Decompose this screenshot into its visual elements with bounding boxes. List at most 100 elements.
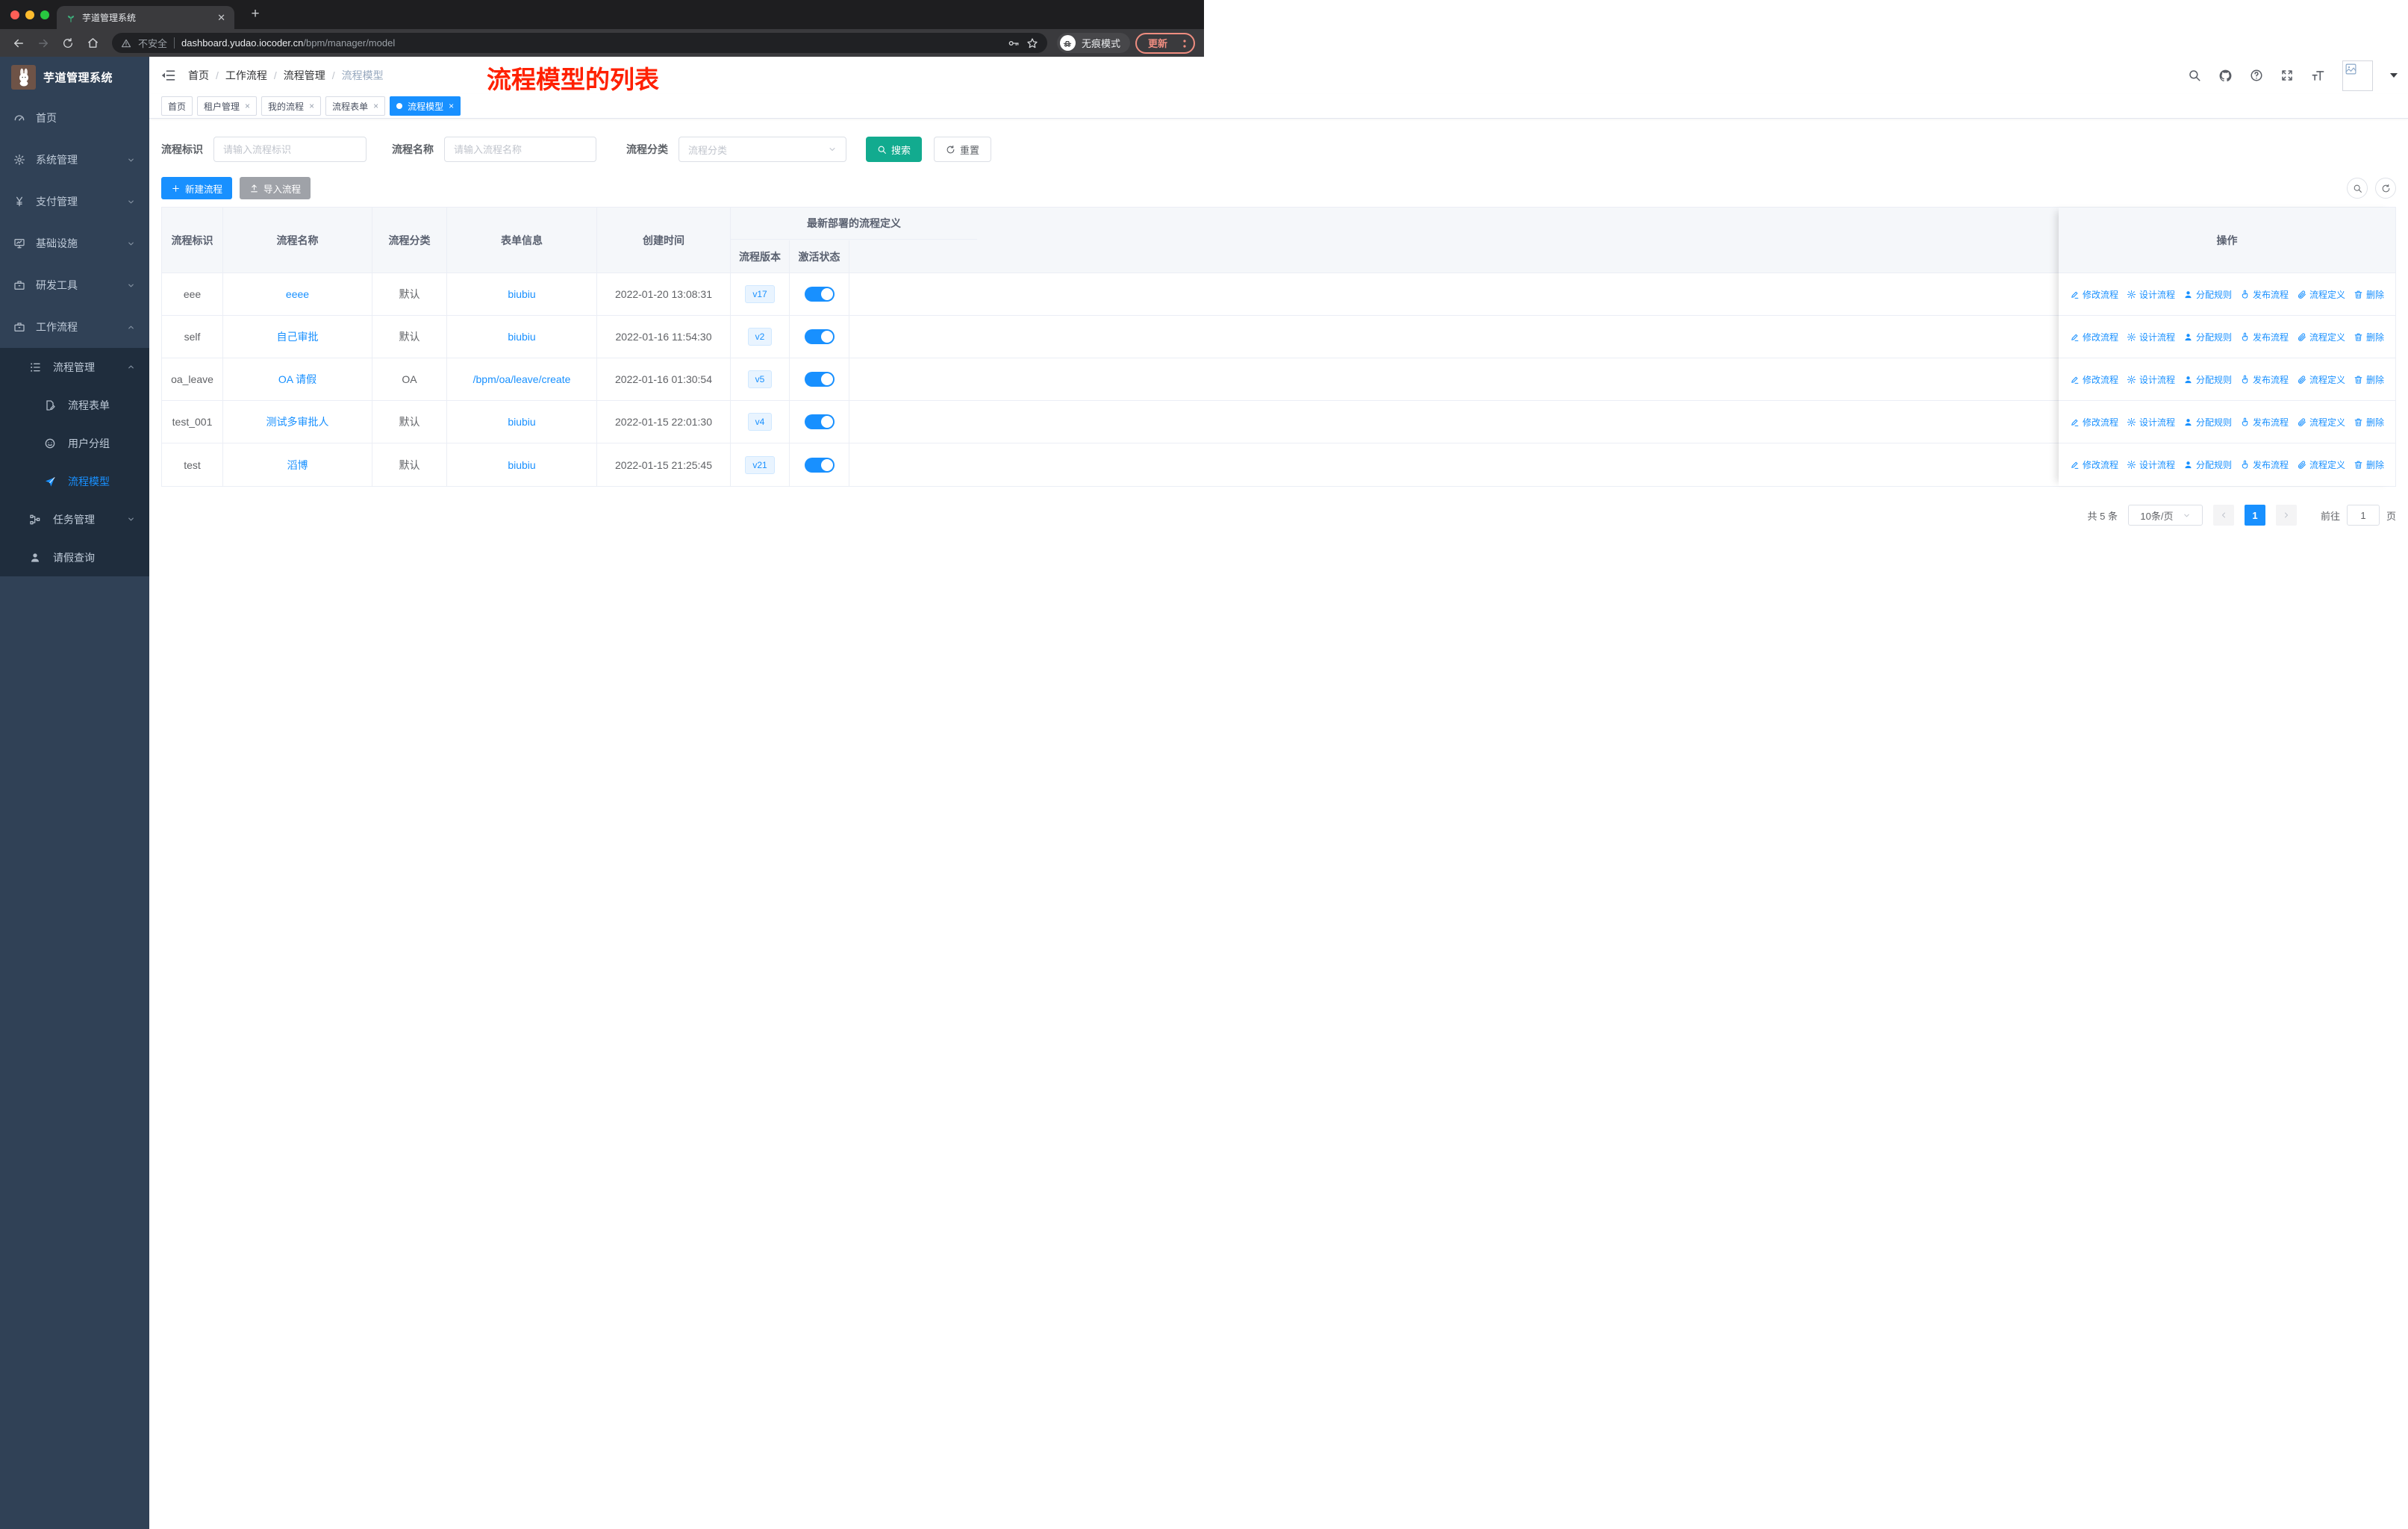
action-edit[interactable]: 修改流程 — [2070, 373, 2118, 386]
search-icon[interactable] — [2188, 69, 2201, 82]
reset-button[interactable]: 重置 — [934, 137, 992, 162]
action-design[interactable]: 设计流程 — [2127, 458, 2175, 471]
current-page-button[interactable]: 1 — [2244, 505, 2265, 526]
sidebar-item-task-mgmt[interactable]: 任务管理 — [0, 500, 149, 538]
action-publish[interactable]: 发布流程 — [2240, 331, 2289, 343]
sidebar-item-home[interactable]: 首页 — [0, 97, 149, 139]
action-definition[interactable]: 流程定义 — [2297, 331, 2345, 343]
action-publish[interactable]: 发布流程 — [2240, 288, 2289, 301]
form-link[interactable]: biubiu — [508, 416, 535, 428]
action-design[interactable]: 设计流程 — [2127, 288, 2175, 301]
action-delete[interactable]: 删除 — [2354, 331, 2384, 343]
process-name-link[interactable]: 自己审批 — [277, 329, 319, 344]
category-select[interactable]: 流程分类 — [679, 137, 846, 162]
sidebar-item-process-form[interactable]: 流程表单 — [0, 386, 149, 424]
breadcrumb-item[interactable]: 工作流程 — [225, 68, 267, 83]
tab-close-icon[interactable]: ✕ — [217, 12, 225, 24]
action-delete[interactable]: 删除 — [2354, 416, 2384, 429]
action-design[interactable]: 设计流程 — [2127, 373, 2175, 386]
breadcrumb-item[interactable]: 流程管理 — [284, 68, 325, 83]
sidebar-item-process-model[interactable]: 流程模型 — [0, 462, 149, 500]
breadcrumb-item[interactable]: 首页 — [188, 68, 209, 83]
process-name-link[interactable]: 滔博 — [287, 458, 308, 473]
sidebar-item-workflow[interactable]: 工作流程 — [0, 306, 149, 348]
window-close-button[interactable] — [10, 10, 19, 19]
home-button[interactable] — [83, 34, 102, 53]
action-design[interactable]: 设计流程 — [2127, 416, 2175, 429]
version-badge[interactable]: v5 — [747, 370, 773, 388]
action-edit[interactable]: 修改流程 — [2070, 288, 2118, 301]
action-assign[interactable]: 分配规则 — [2183, 458, 2232, 471]
window-zoom-button[interactable] — [40, 10, 49, 19]
sidebar-collapse-icon[interactable] — [161, 68, 176, 83]
tab-home[interactable]: 首页 — [161, 96, 193, 116]
bookmark-star-icon[interactable] — [1026, 37, 1038, 49]
version-badge[interactable]: v17 — [745, 285, 775, 303]
sidebar-item-system[interactable]: 系统管理 — [0, 139, 149, 181]
action-delete[interactable]: 删除 — [2354, 373, 2384, 386]
action-definition[interactable]: 流程定义 — [2297, 288, 2345, 301]
action-assign[interactable]: 分配规则 — [2183, 373, 2232, 386]
action-assign[interactable]: 分配规则 — [2183, 288, 2232, 301]
new-tab-button[interactable]: + — [246, 5, 264, 23]
password-key-icon[interactable] — [1008, 37, 1020, 49]
action-definition[interactable]: 流程定义 — [2297, 458, 2345, 471]
active-toggle[interactable] — [804, 414, 835, 429]
version-badge[interactable]: v2 — [747, 328, 773, 346]
active-toggle[interactable] — [804, 372, 835, 387]
window-controls[interactable] — [10, 10, 49, 19]
browser-update-button[interactable]: 更新 — [1135, 32, 1195, 54]
action-assign[interactable]: 分配规则 — [2183, 331, 2232, 343]
sidebar-item-devtools[interactable]: 研发工具 — [0, 264, 149, 306]
goto-page-input[interactable] — [2346, 505, 2380, 526]
next-page-button[interactable] — [2275, 505, 2297, 526]
close-icon[interactable]: × — [449, 101, 454, 111]
form-link[interactable]: biubiu — [508, 459, 535, 471]
sidebar-logo[interactable]: 芋道管理系统 — [0, 57, 149, 97]
action-publish[interactable]: 发布流程 — [2240, 458, 2289, 471]
action-publish[interactable]: 发布流程 — [2240, 373, 2289, 386]
form-link[interactable]: biubiu — [508, 288, 535, 300]
action-delete[interactable]: 删除 — [2354, 458, 2384, 471]
sidebar-item-infra[interactable]: 基础设施 — [0, 222, 149, 264]
github-icon[interactable] — [2218, 69, 2233, 83]
create-process-button[interactable]: 新建流程 — [161, 177, 233, 199]
sidebar-item-payment[interactable]: 支付管理 — [0, 181, 149, 222]
version-badge[interactable]: v4 — [747, 413, 773, 431]
process-name-link[interactable]: eeee — [286, 288, 309, 300]
sidebar-item-process-mgmt[interactable]: 流程管理 — [0, 348, 149, 386]
window-minimize-button[interactable] — [25, 10, 34, 19]
fullscreen-icon[interactable] — [2280, 69, 2294, 82]
action-edit[interactable]: 修改流程 — [2070, 458, 2118, 471]
prev-page-button[interactable] — [2212, 505, 2234, 526]
action-delete[interactable]: 删除 — [2354, 288, 2384, 301]
action-edit[interactable]: 修改流程 — [2070, 331, 2118, 343]
browser-menu-icon[interactable] — [1176, 37, 1187, 49]
forward-button[interactable] — [34, 34, 53, 53]
form-link[interactable]: biubiu — [508, 331, 535, 343]
close-icon[interactable]: × — [373, 101, 378, 111]
form-link[interactable]: /bpm/oa/leave/create — [473, 373, 571, 385]
active-toggle[interactable] — [804, 329, 835, 344]
action-definition[interactable]: 流程定义 — [2297, 416, 2345, 429]
process-name-link[interactable]: OA 请假 — [278, 372, 316, 387]
active-toggle[interactable] — [804, 287, 835, 302]
name-input[interactable] — [444, 137, 596, 162]
key-input[interactable] — [213, 137, 366, 162]
active-toggle[interactable] — [804, 457, 835, 473]
sidebar-item-user-group[interactable]: 用户分组 — [0, 424, 149, 462]
chevron-down-icon[interactable] — [2390, 73, 2398, 78]
tab-tenant[interactable]: 租户管理 × — [197, 96, 258, 116]
close-icon[interactable]: × — [245, 101, 250, 111]
process-name-link[interactable]: 测试多审批人 — [266, 414, 329, 429]
action-definition[interactable]: 流程定义 — [2297, 373, 2345, 386]
back-button[interactable] — [9, 34, 28, 53]
user-avatar[interactable] — [2342, 60, 2373, 91]
refresh-table-button[interactable] — [2375, 178, 2396, 199]
action-edit[interactable]: 修改流程 — [2070, 416, 2118, 429]
font-size-icon[interactable] — [2311, 69, 2325, 83]
toggle-search-button[interactable] — [2347, 178, 2368, 199]
address-bar[interactable]: 不安全 dashboard.yudao.iocoder.cn/bpm/manag… — [112, 33, 1047, 53]
browser-tab[interactable]: 芋道管理系统 ✕ — [57, 6, 234, 29]
version-badge[interactable]: v21 — [745, 455, 775, 474]
